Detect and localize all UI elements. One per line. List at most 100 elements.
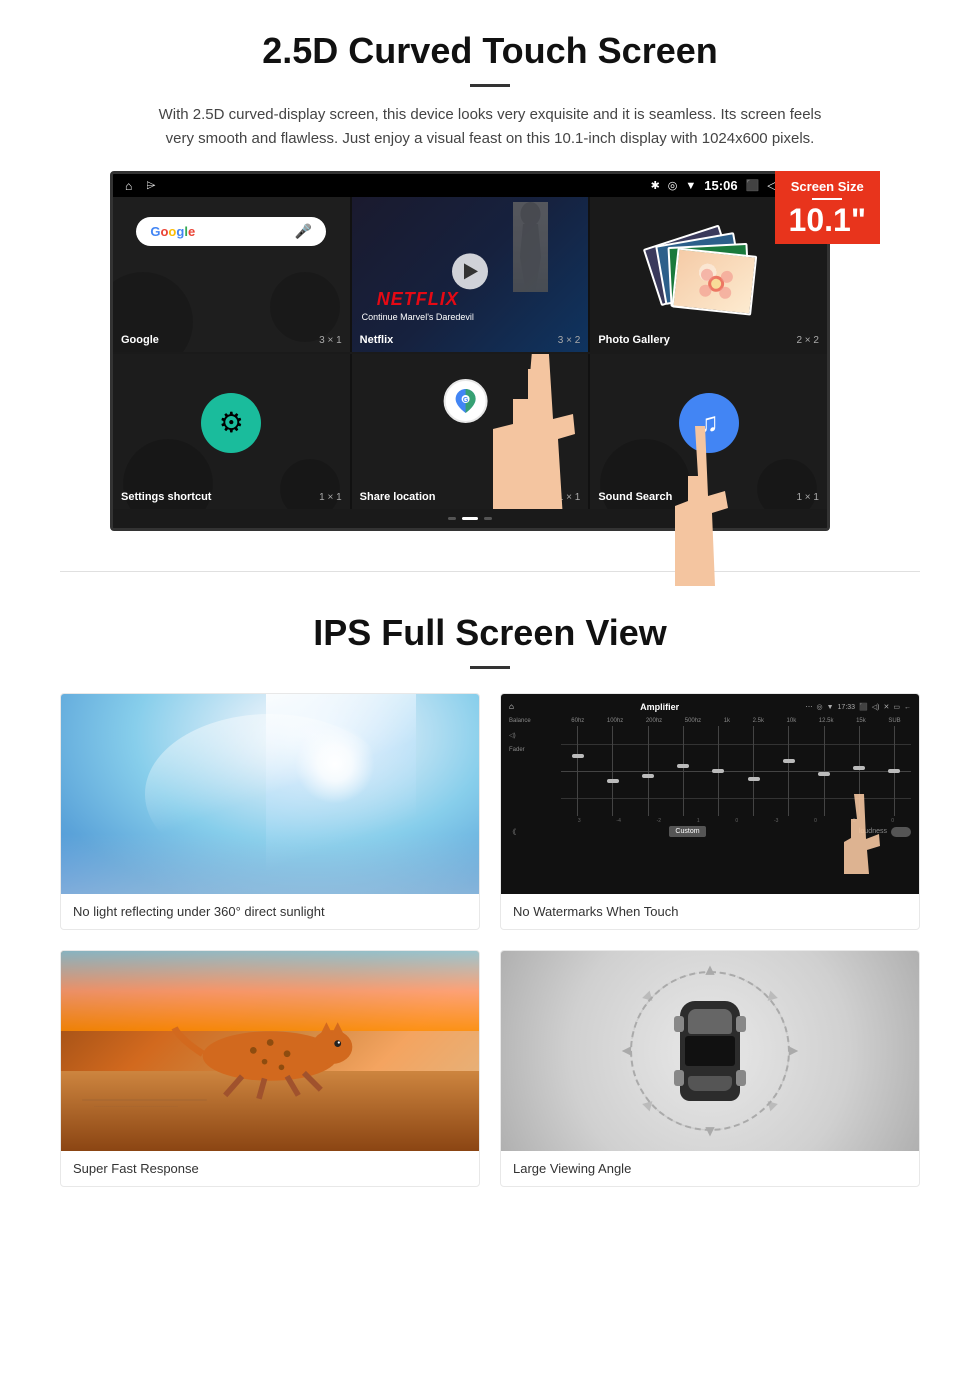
amplifier-caption: No Watermarks When Touch xyxy=(501,894,919,929)
title-divider xyxy=(470,84,510,87)
eq-slider-7[interactable] xyxy=(772,726,805,816)
car-top-view xyxy=(501,951,919,1151)
car-roof xyxy=(685,1036,735,1066)
car-wheel-front-right xyxy=(736,1016,746,1032)
extended-touch-hand xyxy=(650,426,750,591)
badge-size: 10.1" xyxy=(789,204,866,236)
cheetah-card: Super Fast Response xyxy=(60,950,480,1187)
person-silhouette xyxy=(513,202,548,292)
car-image xyxy=(501,951,919,1151)
sunlight-image xyxy=(61,694,479,894)
cheetah-image xyxy=(61,951,479,1151)
curved-screen-section: 2.5D Curved Touch Screen With 2.5D curve… xyxy=(0,0,980,541)
wifi-icon: ▼ xyxy=(685,180,696,192)
decor-circle-2 xyxy=(270,272,340,342)
car-wheel-rear-left xyxy=(674,1070,684,1086)
pagination-dot-1 xyxy=(448,517,456,520)
settings-label-row: Settings shortcut 1 × 1 xyxy=(121,491,342,503)
eq-slider-2[interactable] xyxy=(596,726,629,816)
motion-line-1 xyxy=(82,1099,207,1101)
section2-title: IPS Full Screen View xyxy=(60,612,920,654)
badge-label: Screen Size xyxy=(789,179,866,194)
photo-card-flower xyxy=(671,247,757,315)
car-windshield xyxy=(688,1009,732,1034)
netflix-app-cell[interactable]: NETFLIX Continue Marvel's Daredevil Netf… xyxy=(352,197,589,352)
amp-screen: ⌂ Amplifier ⋯ ◎ ▼ 17:33 ⬛ ◁) ✕ ▭ ← xyxy=(501,694,919,894)
google-logo: Google xyxy=(150,224,195,239)
google-app-cell[interactable]: Google 🎤 Google 3 × 1 xyxy=(113,197,350,352)
google-search-bar[interactable]: Google 🎤 xyxy=(136,217,326,246)
eq-slider-6[interactable] xyxy=(737,726,770,816)
usb-icon: ⌲ xyxy=(146,178,155,193)
car-circle xyxy=(630,971,790,1131)
section1-title: 2.5D Curved Touch Screen xyxy=(60,30,920,72)
section-divider xyxy=(60,571,920,572)
badge-divider xyxy=(812,198,842,200)
sunlight-card: No light reflecting under 360° direct su… xyxy=(60,693,480,930)
car-wheel-front-left xyxy=(674,1016,684,1032)
sunlight-background xyxy=(61,694,479,894)
share-app-name: Share location xyxy=(360,491,436,503)
settings-app-name: Settings shortcut xyxy=(121,491,211,503)
home-icon: ⌂ xyxy=(125,179,132,193)
netflix-app-size: 3 × 2 xyxy=(558,335,581,346)
eq-side-labels: Balance ◁) Fader xyxy=(509,718,559,824)
location-icon: ◎ xyxy=(668,179,678,192)
eq-slider-5[interactable] xyxy=(702,726,735,816)
app-grid-row1: Google 🎤 Google 3 × 1 xyxy=(113,197,827,352)
amp-touch-hand xyxy=(829,794,889,879)
image-grid: No light reflecting under 360° direct su… xyxy=(60,693,920,1187)
settings-app-size: 1 × 1 xyxy=(319,492,342,503)
bluetooth-icon: ✱ xyxy=(651,179,660,192)
car-wheel-rear-right xyxy=(736,1070,746,1086)
photo-app-name: Photo Gallery xyxy=(598,334,670,346)
eq-slider-4[interactable] xyxy=(667,726,700,816)
svg-text:G: G xyxy=(463,397,469,404)
amplifier-image: ⌂ Amplifier ⋯ ◎ ▼ 17:33 ⬛ ◁) ✕ ▭ ← xyxy=(501,694,919,894)
mic-icon: 🎤 xyxy=(295,223,312,240)
amplifier-card: ⌂ Amplifier ⋯ ◎ ▼ 17:33 ⬛ ◁) ✕ ▭ ← xyxy=(500,693,920,930)
status-left: ⌂ ⌲ xyxy=(125,178,156,193)
eq-slider-1[interactable] xyxy=(561,726,594,816)
settings-icon: ⚙ xyxy=(201,393,261,453)
ips-screen-section: IPS Full Screen View No light reflecting… xyxy=(0,602,980,1207)
car-card: Large Viewing Angle xyxy=(500,950,920,1187)
camera-icon: ⬛ xyxy=(746,179,760,192)
car-rear-window xyxy=(688,1076,732,1091)
pagination-dot-3 xyxy=(484,517,492,520)
netflix-app-name: Netflix xyxy=(360,334,394,346)
gear-icon: ⚙ xyxy=(219,406,244,439)
status-bar: ⌂ ⌲ ✱ ◎ ▼ 15:06 ⬛ ◁) ✕ ▭ xyxy=(113,174,827,197)
status-time: 15:06 xyxy=(704,178,737,193)
share-location-cell[interactable]: G Share location 1 × 1 xyxy=(352,354,589,509)
netflix-subtitle: Continue Marvel's Daredevil xyxy=(362,312,474,322)
pagination-dot-2 xyxy=(462,517,478,520)
section2-divider xyxy=(470,666,510,669)
cheetah-background xyxy=(61,951,479,1151)
netflix-label-row: Netflix 3 × 2 xyxy=(360,334,581,346)
photo-app-size: 2 × 2 xyxy=(796,335,819,346)
google-app-name: Google xyxy=(121,334,159,346)
eq-top-labels: 60hz 100hz 200hz 500hz 1k 2.5k 10k 12.5k… xyxy=(561,718,911,724)
device-wrapper: Screen Size 10.1" ⌂ ⌲ ✱ ◎ ▼ 15:06 ⬛ ◁) xyxy=(110,171,870,531)
google-label-row: Google 3 × 1 xyxy=(121,334,342,346)
sound-app-size: 1 × 1 xyxy=(796,492,819,503)
settings-cell[interactable]: ⚙ Settings shortcut 1 × 1 xyxy=(113,354,350,509)
motion-line-2 xyxy=(94,1106,178,1107)
amp-title: Amplifier xyxy=(640,702,679,712)
photo-label-row: Photo Gallery 2 × 2 xyxy=(598,334,819,346)
amp-header: ⌂ Amplifier ⋯ ◎ ▼ 17:33 ⬛ ◁) ✕ ▭ ← xyxy=(509,702,911,712)
amp-nav: 《 xyxy=(509,827,516,837)
loudness-toggle[interactable] xyxy=(891,827,911,837)
amp-home-icon: ⌂ xyxy=(509,702,514,712)
netflix-play-button[interactable] xyxy=(452,253,488,289)
car-body xyxy=(680,1001,740,1101)
screen-size-badge: Screen Size 10.1" xyxy=(775,171,880,244)
eq-slider-3[interactable] xyxy=(631,726,664,816)
cheetah-svg xyxy=(103,1011,437,1101)
amp-custom-button[interactable]: Custom xyxy=(669,826,705,837)
amp-icons: ⋯ ◎ ▼ 17:33 ⬛ ◁) ✕ ▭ ← xyxy=(805,702,911,712)
google-app-size: 3 × 1 xyxy=(319,335,342,346)
light-streak xyxy=(145,714,396,874)
car-caption: Large Viewing Angle xyxy=(501,1151,919,1186)
